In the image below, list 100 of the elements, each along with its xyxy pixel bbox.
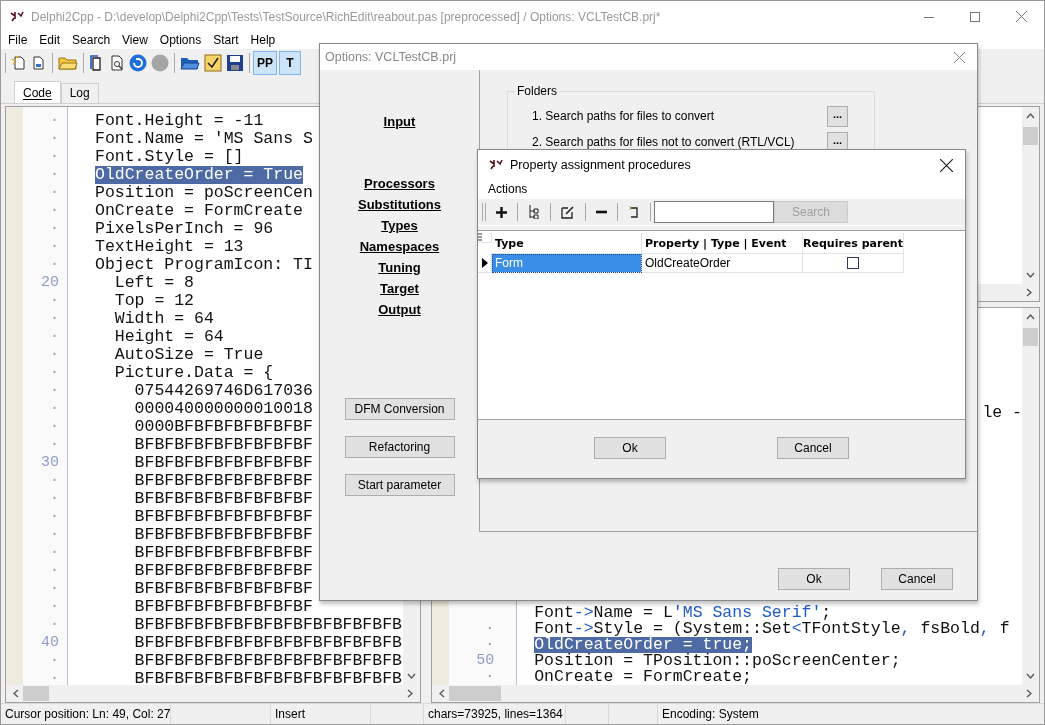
browse-button[interactable]: ... xyxy=(827,105,848,127)
line-number: · xyxy=(49,436,59,454)
code-line: BFBFBFBFBFBFBFBFBF xyxy=(133,544,313,562)
line-number: · xyxy=(49,148,59,166)
scroll-up-icon[interactable] xyxy=(1026,113,1035,119)
dialog-title: Property assignment procedures xyxy=(510,158,691,172)
nav-link[interactable]: Processors xyxy=(364,173,435,194)
column-header[interactable]: Property | Type | Event xyxy=(642,233,803,254)
folder-icon[interactable] xyxy=(180,55,200,71)
page-search-icon[interactable] xyxy=(109,55,125,71)
tab[interactable]: Log xyxy=(60,83,99,103)
nav-link[interactable]: Input xyxy=(383,111,416,132)
search-field[interactable] xyxy=(654,201,774,223)
line-number: · xyxy=(49,616,59,634)
maximize-icon[interactable] xyxy=(970,11,980,22)
scroll-right-icon[interactable] xyxy=(1026,288,1032,297)
scroll-up-icon[interactable] xyxy=(1026,314,1035,320)
code-line: Position = TPosition::poScreenCenter; xyxy=(534,653,901,669)
code-line: BFBFBFBFBFBFBFBFBF xyxy=(133,490,313,508)
nav-link[interactable]: Tuning xyxy=(378,257,421,278)
undo-icon[interactable] xyxy=(628,205,640,219)
close-icon[interactable] xyxy=(940,158,953,172)
line-number: · xyxy=(49,364,59,382)
column-header[interactable]: Requires parent xyxy=(803,233,904,254)
folder-icon[interactable] xyxy=(58,55,78,71)
line-number: · xyxy=(49,562,59,580)
new-document-icon[interactable] xyxy=(11,55,27,71)
scroll-down-icon[interactable] xyxy=(1026,272,1035,278)
menu-item[interactable]: Edit xyxy=(33,32,67,49)
code-line: Font.Height = -11 xyxy=(95,112,264,130)
code-line: BFBFBFBFBFBFBFBFBFBFBFBFBFB xyxy=(133,652,402,670)
edit-icon[interactable] xyxy=(561,205,575,219)
side-button[interactable]: DFM Conversion xyxy=(344,398,455,420)
line-number: · xyxy=(49,598,59,616)
menu-item[interactable]: Actions xyxy=(488,182,528,196)
toggle-button[interactable]: PP xyxy=(253,51,277,75)
nav-link[interactable]: Substitutions xyxy=(357,194,441,215)
menu-item[interactable]: Help xyxy=(244,32,282,49)
checklist-icon[interactable] xyxy=(204,54,222,72)
line-number: · xyxy=(49,508,59,526)
menu-item[interactable]: Options xyxy=(153,32,208,49)
checkbox[interactable] xyxy=(847,257,859,269)
dialog-button[interactable]: Ok xyxy=(594,437,666,459)
code-line: Width = 64 xyxy=(113,310,214,328)
scrollbar-thumb[interactable] xyxy=(23,686,49,701)
scroll-right-icon[interactable] xyxy=(1026,689,1032,698)
document-icon[interactable] xyxy=(31,55,47,71)
line-number: · xyxy=(49,310,59,328)
line-number: · xyxy=(484,669,495,685)
line-number: 50 xyxy=(475,653,495,669)
dialog-title: Options: VCLTestCB.prj xyxy=(325,50,457,64)
line-number: · xyxy=(49,526,59,544)
line-number: · xyxy=(49,382,59,400)
nav-link[interactable]: Types xyxy=(381,215,418,236)
side-button[interactable]: Refactoring xyxy=(344,436,455,458)
toggle-button[interactable]: T xyxy=(279,51,301,75)
code-line: Font.Name = 'MS Sans S xyxy=(95,130,313,148)
line-number: · xyxy=(49,130,59,148)
scrollbar-thumb[interactable] xyxy=(1023,328,1038,346)
code-line: OnCreate = FormCreate xyxy=(95,202,303,220)
dialog-button[interactable]: Cancel xyxy=(881,568,953,590)
code-line: Font->Name = L'MS Sans Serif'; xyxy=(534,605,832,621)
code-line: Font.Style = [] xyxy=(95,148,244,166)
code-line: OnCreate = FormCreate; xyxy=(534,669,753,685)
nav-link[interactable]: Output xyxy=(378,299,421,320)
code-line: BFBFBFBFBFBFBFBFBF xyxy=(133,562,313,580)
code-line: Height = 64 xyxy=(113,328,224,346)
dialog-button[interactable]: Ok xyxy=(778,568,850,590)
dialog-button[interactable]: Cancel xyxy=(777,437,849,459)
menu-item[interactable]: View xyxy=(116,32,154,49)
nav-link[interactable]: Namespaces xyxy=(359,236,440,257)
line-number: 20 xyxy=(40,274,59,292)
refresh-icon[interactable] xyxy=(129,54,147,72)
tab[interactable]: Code xyxy=(14,81,61,103)
line-number: · xyxy=(49,184,59,202)
menu-item[interactable]: File xyxy=(2,32,34,49)
nav-link[interactable]: Target xyxy=(380,278,419,299)
line-number: · xyxy=(49,292,59,310)
menu-item[interactable]: Start xyxy=(207,32,245,49)
save-icon[interactable] xyxy=(226,54,244,72)
app-icon xyxy=(488,158,504,172)
scroll-down-icon[interactable] xyxy=(1026,673,1035,679)
scroll-down-icon[interactable] xyxy=(407,673,417,679)
scroll-left-icon[interactable] xyxy=(13,689,19,698)
remove-icon[interactable] xyxy=(596,210,607,214)
scrollbar-thumb[interactable] xyxy=(449,686,502,701)
code-line: Position = poScreenCen xyxy=(95,184,313,202)
code-line: BFBFBFBFBFBFBFBFBFBFBFBFBFB xyxy=(133,670,402,688)
add-icon[interactable] xyxy=(496,206,507,218)
scrollbar-thumb[interactable] xyxy=(1023,127,1038,145)
tree-icon[interactable] xyxy=(528,205,540,219)
line-number: 40 xyxy=(40,634,59,652)
table-cell[interactable]: OldCreateOrder xyxy=(642,254,803,273)
grid-menu-icon[interactable] xyxy=(478,233,492,243)
menu-item[interactable]: Search xyxy=(66,32,117,49)
scroll-left-icon[interactable] xyxy=(439,689,446,698)
scroll-right-icon[interactable] xyxy=(407,689,414,698)
group-title: Folders xyxy=(515,84,559,98)
code-line: TextHeight = 13 xyxy=(95,238,244,256)
side-button[interactable]: Start parameter xyxy=(344,474,455,496)
